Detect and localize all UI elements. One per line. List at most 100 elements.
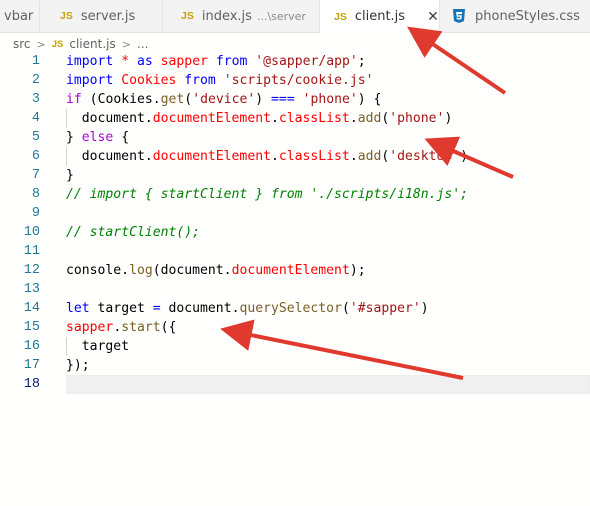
code-token: from [184,73,216,88]
code-token: ( [81,92,98,107]
code-token: ) [444,111,453,126]
line-number: 6 [31,149,40,164]
chevron-right-icon: > [36,37,46,51]
tab-label: index.js [201,8,252,24]
breadcrumb-symbols[interactable]: ... [137,37,148,51]
code-token: = [152,301,161,316]
code-token: 'phone' [389,111,445,126]
code-token: ( [341,301,350,316]
code-line[interactable]: 13 [0,280,590,299]
javascript-file-icon: JS [334,10,347,23]
code-text: // import { startClient } from './script… [66,185,468,204]
code-line[interactable]: 16 target [0,337,590,356]
code-token: documentElement [152,111,271,126]
tab-label: phoneStyles.css [475,8,580,24]
tab-index-js[interactable]: JS index.js ...\server [163,0,320,32]
code-line[interactable]: 6 document.documentElement.classList.add… [0,147,590,166]
code-text: if (Cookies.get('device') === 'phone') { [66,90,381,109]
tab-label: vbar [4,8,34,24]
code-line[interactable]: 5} else { [0,128,590,147]
code-token: } [66,130,82,145]
code-token: classList [278,111,350,126]
code-text: target [66,337,129,356]
code-text: console.log(document.documentElement); [66,261,366,280]
code-line[interactable]: 12 console.log(document.documentElement); [0,261,590,280]
tab-server-js[interactable]: JS server.js [40,0,163,32]
line-number: 8 [31,187,40,202]
breadcrumb-folder[interactable]: src [13,37,31,51]
code-line[interactable]: 11 [0,242,590,261]
code-token: add [357,111,382,126]
code-token: // import { startClient } from './script… [66,187,469,202]
line-number: 16 [23,339,40,354]
code-line[interactable]: 9 [0,204,590,223]
javascript-file-icon: JS [51,38,64,50]
code-token: === [271,92,295,107]
code-token: document. [66,149,153,164]
code-token: { [113,130,130,145]
code-token: Cookies [97,92,153,107]
code-line[interactable]: 17}); [0,356,590,375]
code-line[interactable]: 2 import Cookies from 'scripts/cookie.js' [0,71,590,90]
line-number: 5 [31,130,40,145]
code-token: ({ [160,320,177,335]
code-token: document. [66,111,153,126]
code-editor[interactable]: 1 import * as sapper from '@sapper/app'; 2… [0,52,590,394]
code-line[interactable]: 15 sapper.start({ [0,318,590,337]
line-number: 2 [31,73,40,88]
tab-client-js[interactable]: JS client.js ✕ [320,0,440,33]
code-token: * [121,54,130,69]
code-token: sapper [160,54,208,69]
tab-description: ...\server [256,9,306,23]
code-token: console. [66,263,130,278]
code-token: ) [255,92,272,107]
code-token: 'scripts/cookie.js' [223,73,374,88]
line-number: 7 [31,168,40,183]
tab-phonestyles-css[interactable]: phoneStyles.css [440,0,590,32]
code-text: // startClient(); [66,223,200,242]
code-line[interactable]: 7} [0,166,590,185]
code-token: ); [349,263,366,278]
line-number: 3 [31,92,40,107]
code-token: documentElement [152,149,271,164]
code-token: let [66,301,90,316]
line-number: 17 [23,358,40,373]
line-number: 1 [31,54,40,69]
code-token: add [357,149,382,164]
code-line[interactable]: 8 // import { startClient } from './scrip… [0,185,590,204]
code-line[interactable]: 4 document.documentElement.classList.add… [0,109,590,128]
line-number: 4 [31,111,40,126]
code-text: } [66,166,74,185]
code-line[interactable]: 3 if (Cookies.get('device') === 'phone') … [0,90,590,109]
code-token: Cookies [121,73,177,88]
code-line[interactable]: 14 let target = document.querySelector('#… [0,299,590,318]
code-token: ) { [357,92,382,107]
code-token: if [66,92,82,107]
breadcrumb-file[interactable]: client.js [69,37,115,51]
code-text: let target = document.querySelector('#sa… [66,299,429,318]
code-line[interactable]: 1 import * as sapper from '@sapper/app'; [0,52,590,71]
code-token: documentElement [231,263,350,278]
code-line[interactable]: 10 // startClient(); [0,223,590,242]
line-number: 12 [23,263,40,278]
code-text: document.documentElement.classList.add('… [66,147,468,166]
close-tab-icon[interactable]: ✕ [427,9,439,25]
code-token: target [66,339,130,354]
code-token: '@sapper/app' [255,54,358,69]
code-token: } [66,168,74,183]
javascript-file-icon: JS [181,10,194,22]
chevron-right-icon: > [121,37,131,51]
code-token: ) [420,301,429,316]
code-token: target [89,301,153,316]
code-token: document. [160,301,240,316]
css-file-icon [453,9,465,23]
code-line[interactable]: 18 [0,375,590,394]
code-token: ; [357,54,366,69]
code-text: document.documentElement.classList.add('… [66,109,453,128]
code-text: import Cookies from 'scripts/cookie.js' [66,71,374,90]
tab-vbar[interactable]: vbar [0,0,40,32]
code-token: get [160,92,185,107]
